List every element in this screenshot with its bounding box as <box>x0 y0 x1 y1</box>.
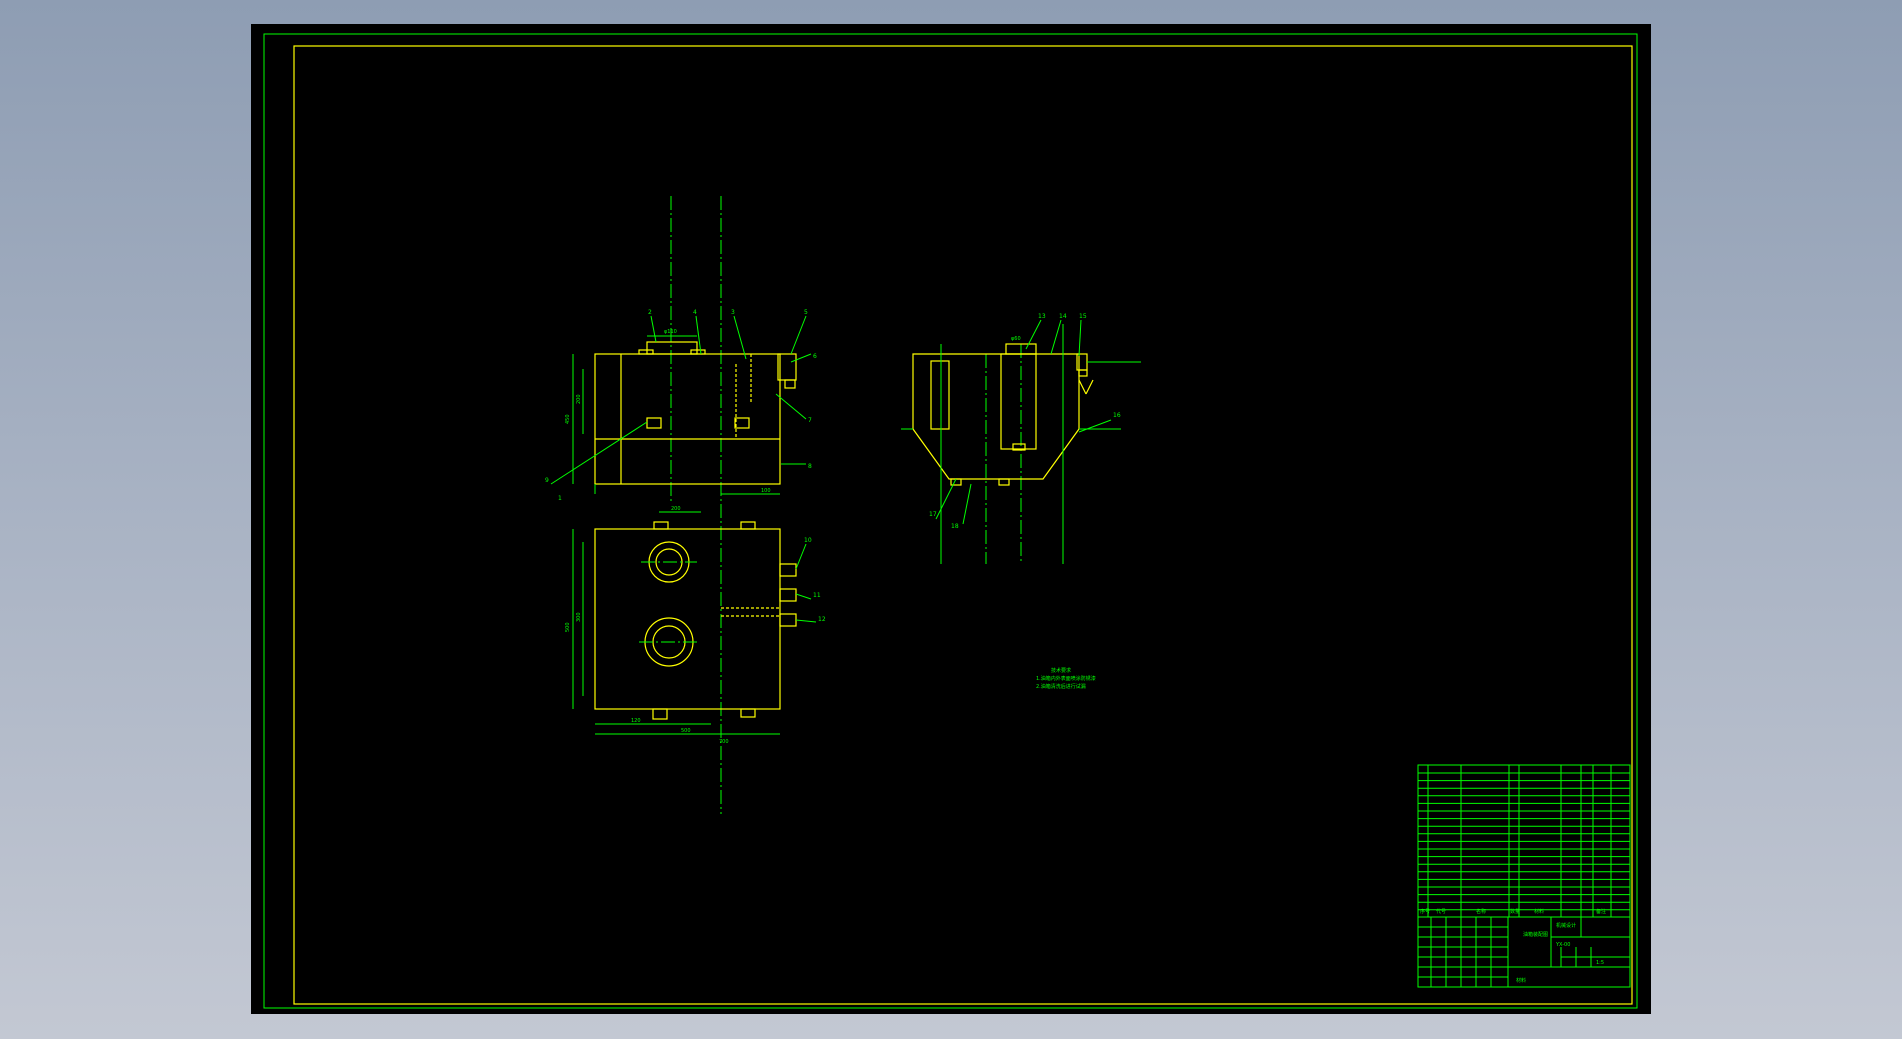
drawing-number: YX-00 <box>1555 942 1570 948</box>
company-name: 机械设计 <box>1556 922 1576 929</box>
bom-header: 序号 <box>1420 908 1430 915</box>
front-view: 2 4 3 5 6 7 8 9 1 φ110 450 200 100 <box>545 196 817 814</box>
balloon: 9 <box>545 477 549 484</box>
balloon: 15 <box>1079 313 1087 320</box>
bom-header: 代号 <box>1436 908 1446 915</box>
balloon: 12 <box>818 616 826 623</box>
bom-header: 数量 <box>1510 908 1520 915</box>
balloon: 1 <box>558 495 562 502</box>
balloon: 14 <box>1059 313 1067 320</box>
balloon: 5 <box>804 309 808 316</box>
balloon: 18 <box>951 523 959 530</box>
notes-line: 1.油箱内外表面喷涂防锈漆 <box>1036 675 1096 682</box>
bom-header: 材料 <box>1534 908 1544 915</box>
bom-header: 备注 <box>1596 908 1606 915</box>
title-block: 油箱装配图 机械设计 YX-00 1:5 材料 序号 代号 名称 数量 材料 备… <box>1417 908 1631 988</box>
balloon: 10 <box>804 537 812 544</box>
scale-label: 1:5 <box>1596 960 1604 966</box>
material-label: 材料 <box>1516 977 1526 984</box>
bom-header: 名称 <box>1476 908 1486 915</box>
balloon: 4 <box>693 309 697 316</box>
outer-border <box>263 33 1638 1009</box>
technical-notes: 技术要求 1.油箱内外表面喷涂防锈漆 2.油箱清洗后进行试漏 <box>1036 667 1096 690</box>
plan-view: 10 11 12 500 300 120 500 700 200 <box>565 506 826 745</box>
dim-label: 450 <box>565 414 571 424</box>
balloon: 3 <box>731 309 735 316</box>
balloon: 2 <box>648 309 652 316</box>
balloon: 7 <box>808 417 812 424</box>
dim-label: φ110 <box>664 329 677 335</box>
bom-table <box>1417 764 1631 918</box>
drawing-sheet: 2 4 3 5 6 7 8 9 1 φ110 450 200 100 10 11… <box>263 33 1638 1009</box>
side-view: 13 14 15 16 17 18 φ60 <box>901 313 1141 564</box>
balloon: 17 <box>929 511 937 518</box>
drawing-name: 油箱装配图 <box>1523 931 1548 938</box>
balloon: 6 <box>813 353 817 360</box>
notes-title: 技术要求 <box>1051 667 1071 674</box>
dim-label: 500 <box>681 728 691 734</box>
dim-label: 300 <box>576 612 582 622</box>
balloon: 13 <box>1038 313 1046 320</box>
inner-border <box>293 45 1633 1005</box>
dim-label: 120 <box>631 718 641 724</box>
dim-label: 100 <box>761 488 771 494</box>
dim-label: 500 <box>565 622 571 632</box>
balloon: 8 <box>808 463 812 470</box>
balloon: 16 <box>1113 412 1121 419</box>
cad-viewport[interactable]: 2 4 3 5 6 7 8 9 1 φ110 450 200 100 10 11… <box>251 24 1651 1014</box>
dim-label: 200 <box>671 506 681 512</box>
notes-line: 2.油箱清洗后进行试漏 <box>1036 683 1086 690</box>
dim-label: φ60 <box>1011 336 1021 342</box>
dim-label: 700 <box>719 739 729 745</box>
dim-label: 200 <box>576 394 582 404</box>
balloon: 11 <box>813 592 821 599</box>
